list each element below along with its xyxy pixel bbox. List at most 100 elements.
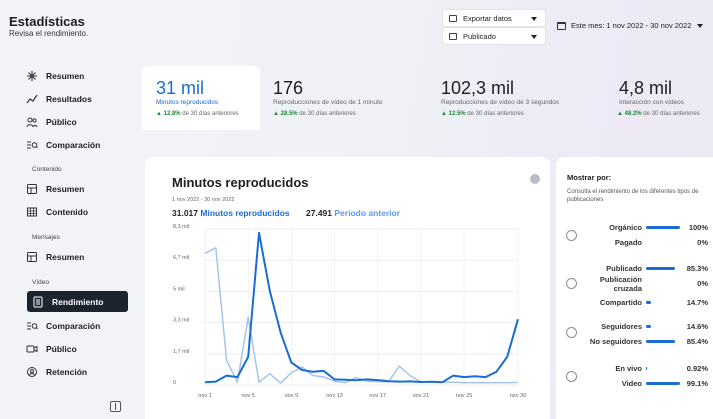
calendar-icon <box>557 21 566 30</box>
percent-bar-fill <box>646 340 675 343</box>
sidebar-item-resumen[interactable]: Resumen <box>26 66 130 86</box>
chevron-down-icon <box>531 35 537 39</box>
filter-row: Compartido 14.7% <box>580 298 708 309</box>
percent-bar-fill <box>646 382 680 385</box>
line-chart: 0 1,7 mil 3,3 mil 5 mil 6,7 mil 8,3 mil nov 1 n… <box>173 224 526 399</box>
metric-change: ▲ 12.5% de 30 días anteriores <box>441 111 524 117</box>
percent-bar <box>646 367 680 370</box>
metric-label: Interacción con vídeos <box>619 99 685 106</box>
metric-change: ▲ 48.2% de 30 días anteriores <box>617 111 700 117</box>
filter-radio[interactable] <box>566 230 577 241</box>
percent-bar <box>646 226 680 229</box>
percent-bar <box>646 282 680 285</box>
filter-row-label: Publicación cruzada <box>599 275 642 293</box>
y-tick-label: 3,3 mil <box>173 318 189 324</box>
metric-interaccion-videos[interactable]: 4,8 mil Interacción con vídeos ▲ 48.2% d… <box>606 66 713 130</box>
date-range-selector[interactable]: Este mes: 1 nov 2022 - 30 nov 2022 <box>557 21 703 30</box>
percent-bar-fill <box>646 226 680 229</box>
filter-row-percent: 0.92% <box>686 364 708 373</box>
metric-change: ▲ 12.8% de 30 días anteriores <box>156 111 239 117</box>
filter-row: No seguidores 85.4% <box>580 337 708 348</box>
compare-icon <box>26 139 38 151</box>
filter-radio[interactable] <box>566 278 577 289</box>
filter-radio[interactable] <box>566 371 577 382</box>
filter-row: Publicación cruzada 0% <box>580 275 708 293</box>
sidebar-item-contenido[interactable]: Contenido <box>26 202 130 222</box>
sidebar-item-comparacion[interactable]: Comparación <box>26 135 130 155</box>
percent-bar <box>646 301 680 304</box>
filter-row: Publicado 85.3% <box>580 264 708 275</box>
percent-bar-fill <box>646 301 651 304</box>
sidebar-item-label: Comparación <box>46 140 101 150</box>
filter-panel: Mostrar por: Consulta el rendimiento de … <box>556 157 713 419</box>
sidebar-item-label: Público <box>46 344 77 354</box>
sidebar: Estadísticas Revisa el rendimiento. Resu… <box>0 0 135 419</box>
section-contenido: Contenido <box>32 166 62 173</box>
camera-icon <box>26 343 38 355</box>
filter-row-percent: 99.1% <box>686 379 708 388</box>
metric-reproducciones-3-segundos[interactable]: 102,3 mil Reproducciones de vídeo de 3 s… <box>430 66 600 130</box>
sidebar-item-mensajes-resumen[interactable]: Resumen <box>26 247 130 267</box>
sidebar-item-video-comparacion[interactable]: Comparación <box>26 316 130 336</box>
x-tick-label: nov 25 <box>456 393 473 399</box>
filter-row-percent: 0% <box>697 238 708 247</box>
sidebar-item-label: Retención <box>46 367 88 377</box>
metric-value: 102,3 mil <box>441 78 515 98</box>
chevron-down-icon <box>696 23 703 28</box>
filter-row: Video 99.1% <box>580 379 708 390</box>
metric-label: Reproducciones de vídeo de 3 segundos <box>441 99 560 106</box>
export-icon <box>449 14 457 22</box>
sidebar-item-label: Público <box>46 117 77 127</box>
sidebar-item-resultados[interactable]: Resultados <box>26 89 130 109</box>
sparkle-icon <box>26 70 38 82</box>
panel-description: Consulta el rendimiento de los diferente… <box>567 189 699 203</box>
x-tick-label: nov 17 <box>369 393 386 399</box>
sidebar-item-contenido-resumen[interactable]: Resumen <box>26 179 130 199</box>
y-tick-label: 8,3 mil <box>173 224 189 230</box>
filter-row-label: En vivo <box>615 364 642 373</box>
x-tick-label: nov 1 <box>198 393 211 399</box>
filter-row-label: Compartido <box>599 298 642 307</box>
filter-row-percent: 85.3% <box>686 264 708 273</box>
metric-label: Minutos reproducidos <box>156 99 219 106</box>
sidebar-item-label: Resultados <box>46 94 92 104</box>
people-icon <box>26 116 38 128</box>
percent-bar <box>646 325 680 328</box>
filter-row-label: Video <box>621 379 642 388</box>
filter-row: Seguidores 14.6% <box>580 322 708 333</box>
export-label: Exportar datos <box>463 13 512 23</box>
x-tick-label: nov 5 <box>241 393 254 399</box>
series-line-current <box>204 231 519 384</box>
document-icon <box>32 296 44 308</box>
table-icon <box>26 206 38 218</box>
y-tick-label: 5 mil <box>173 286 185 292</box>
metric-minutos-reproducidos[interactable]: 31 mil Minutos reproducidos ▲ 12.8% de 3… <box>142 66 260 130</box>
metric-label: Reproducciones de vídeo de 1 minuto <box>273 99 383 106</box>
percent-bar <box>646 340 680 343</box>
panel-title: Mostrar por: <box>567 173 612 182</box>
filter-radio[interactable] <box>566 327 577 338</box>
retention-icon <box>26 366 38 378</box>
collapse-sidebar-button[interactable] <box>110 401 121 412</box>
compare-icon <box>26 320 38 332</box>
chart-card: Minutos reproducidos 1 nov 2022 - 30 nov… <box>145 157 550 419</box>
sidebar-item-retencion[interactable]: Retención <box>26 362 130 382</box>
filter-row: En vivo 0.92% <box>580 364 708 375</box>
export-data-button[interactable]: Exportar datos <box>442 9 546 27</box>
percent-bar <box>646 382 680 385</box>
metric-value: 176 <box>273 78 304 98</box>
y-tick-label: 6,7 mil <box>173 255 189 261</box>
sidebar-item-video-publico[interactable]: Público <box>26 339 130 359</box>
sidebar-item-rendimiento[interactable]: Rendimiento <box>27 291 128 312</box>
filter-row-label: Seguidores <box>601 322 642 331</box>
play-icon <box>449 32 457 40</box>
metric-value: 31 mil <box>156 78 205 98</box>
filter-row-percent: 0% <box>697 279 708 288</box>
y-tick-label: 0 <box>173 380 176 386</box>
metric-reproducciones-1-minuto[interactable]: 176 Reproducciones de vídeo de 1 minuto … <box>262 66 422 130</box>
sidebar-item-label: Rendimiento <box>52 296 104 307</box>
sidebar-item-publico[interactable]: Público <box>26 112 130 132</box>
x-tick-label: nov 21 <box>413 393 430 399</box>
status-select[interactable]: Publicado <box>442 27 546 45</box>
section-mensajes: Mensajes <box>32 234 60 241</box>
